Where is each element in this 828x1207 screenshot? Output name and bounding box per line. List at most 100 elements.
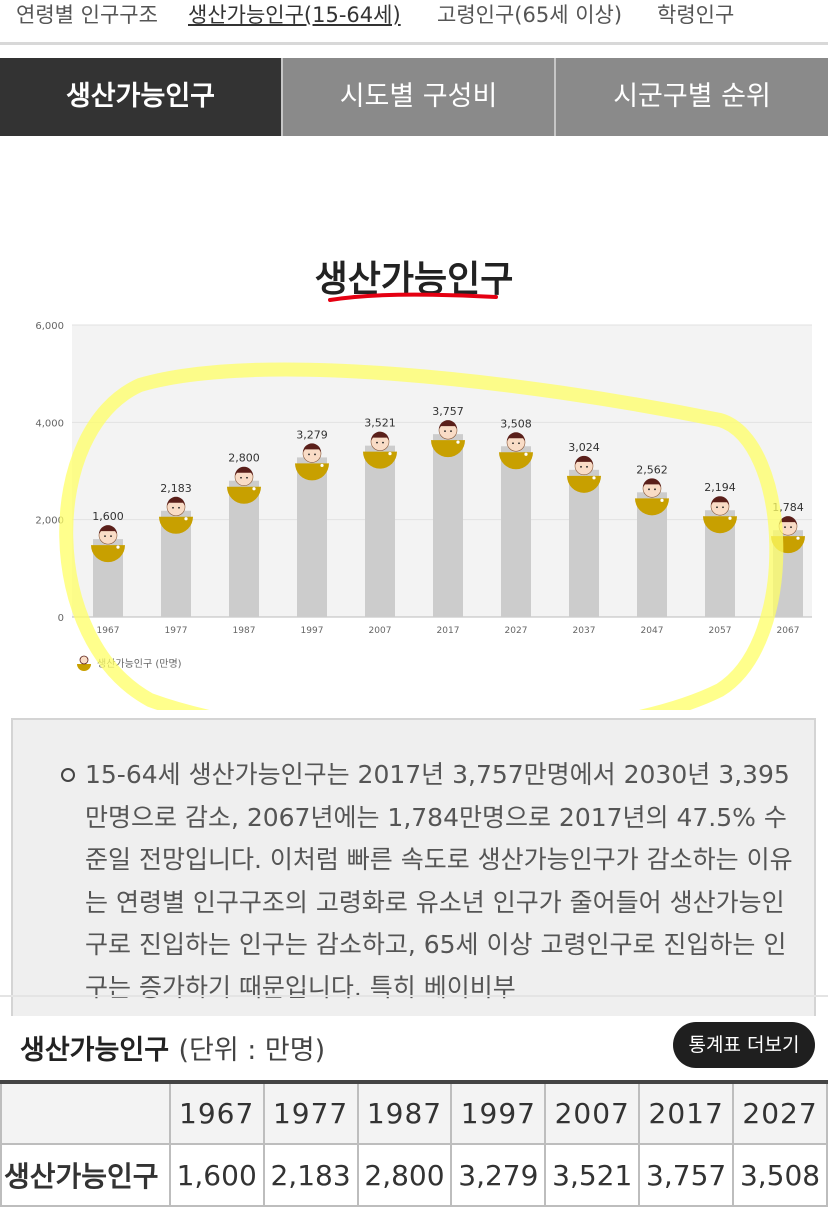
bar [365, 445, 395, 617]
person-eye [654, 488, 656, 491]
table-cell: 3,508 [732, 1143, 828, 1207]
person-eye [716, 506, 718, 509]
x-tick-label: 1967 [97, 626, 120, 636]
table-corner [0, 1081, 171, 1145]
x-tick-label: 2007 [369, 626, 392, 636]
person-eye [450, 430, 452, 433]
table-year: 2017 [638, 1081, 735, 1145]
x-tick-label: 1987 [233, 626, 256, 636]
title-underline [328, 292, 498, 302]
data-label: 3,521 [364, 417, 396, 430]
divider [0, 995, 828, 997]
bar [433, 434, 463, 617]
legend-icon [77, 664, 91, 671]
bar [501, 446, 531, 617]
stats-table: 1967 1977 1987 1997 2007 2017 2027 생산가능인… [0, 1080, 828, 1207]
table-year: 1967 [168, 1081, 265, 1145]
person-button [592, 476, 596, 480]
bar [297, 457, 327, 617]
tab-region-ratio[interactable]: 시도별 구성비 [281, 58, 554, 136]
x-tick-label: 2057 [709, 626, 732, 636]
person-button [524, 452, 528, 456]
person-button [320, 463, 324, 468]
data-label: 3,757 [432, 405, 464, 418]
x-tick-label: 1977 [165, 626, 188, 636]
tab-working-age[interactable]: 생산가능인구 [0, 58, 281, 136]
y-tick-label: 6,000 [35, 321, 64, 332]
table-cell: 3,757 [638, 1143, 735, 1207]
person-eye [444, 430, 446, 433]
table-unit: (단위 : 만명) [178, 1035, 326, 1066]
person-eye [240, 476, 242, 479]
person-eye [586, 465, 588, 468]
x-tick-label: 2037 [573, 626, 596, 636]
table-cell: 3,279 [450, 1143, 547, 1207]
more-stats-button[interactable]: 통계표 더보기 [673, 1022, 815, 1068]
table-year: 1997 [450, 1081, 547, 1145]
person-button [728, 516, 732, 520]
data-label: 2,194 [704, 481, 736, 494]
person-eye [314, 453, 316, 456]
person-eye [722, 506, 724, 509]
data-label: 3,024 [568, 441, 600, 454]
x-tick-label: 1997 [301, 626, 324, 636]
person-button [456, 440, 460, 444]
x-tick-label: 2017 [437, 626, 460, 636]
person-eye [784, 526, 786, 529]
data-label: 3,279 [296, 428, 328, 441]
nav-item-age-structure[interactable]: 연령별 인구구조 [16, 0, 158, 30]
person-eye [308, 453, 310, 456]
tab-bar: 생산가능인구 시도별 구성비 시군구별 순위 [0, 58, 828, 136]
table-year: 2027 [732, 1081, 828, 1145]
person-button [116, 545, 120, 549]
person-button [796, 536, 800, 540]
person-eye [104, 535, 106, 538]
person-button [252, 487, 256, 491]
data-label: 2,800 [228, 452, 260, 465]
data-label: 3,508 [500, 417, 532, 430]
x-tick-label: 2027 [505, 626, 528, 636]
y-tick-label: 4,000 [35, 418, 64, 429]
table-title-text: 생산가능인구 [20, 1035, 170, 1066]
table-cell: 3,521 [544, 1143, 641, 1207]
person-eye [580, 465, 582, 468]
top-nav: 연령별 인구구조 생산가능인구(15-64세) 고령인구(65세 이상) 학령인… [0, 0, 828, 45]
nav-item-school-age[interactable]: 학령인구 [657, 0, 734, 30]
table-row: 생산가능인구 1,600 2,183 2,800 3,279 3,521 3,7… [0, 1143, 828, 1207]
person-eye [376, 441, 378, 444]
person-eye [246, 476, 248, 479]
data-label: 2,562 [636, 463, 668, 476]
table-row-label: 생산가능인구 [0, 1143, 171, 1207]
person-eye [518, 442, 520, 445]
population-bar-chart: 02,0004,0006,0001,60019672,18319772,8001… [35, 321, 812, 710]
table-cell: 2,800 [356, 1143, 453, 1207]
person-eye [110, 535, 112, 538]
table-title: 생산가능인구 (단위 : 만명) [20, 1028, 325, 1067]
person-eye [172, 506, 174, 509]
person-eye [512, 442, 514, 445]
data-label: 2,183 [160, 482, 192, 495]
x-tick-label: 2047 [641, 626, 664, 636]
person-eye [178, 506, 180, 509]
tab-district-rank[interactable]: 시군구별 순위 [554, 58, 828, 136]
table-year: 2007 [544, 1081, 641, 1145]
data-label: 1,600 [92, 510, 124, 523]
nav-item-elderly[interactable]: 고령인구(65세 이상) [437, 0, 622, 30]
bullet-icon [61, 768, 75, 782]
info-text: 15-64세 생산가능인구는 2017년 3,757만명에서 2030년 3,3… [85, 760, 793, 1002]
person-button [660, 498, 664, 502]
person-button [388, 452, 392, 456]
nav-item-working-age[interactable]: 생산가능인구(15-64세) [188, 0, 401, 30]
table-year: 1977 [262, 1081, 359, 1145]
x-tick-label: 2067 [777, 626, 800, 636]
y-tick-label: 0 [58, 613, 64, 624]
table-cell: 1,600 [168, 1143, 265, 1207]
table-year: 1987 [356, 1081, 453, 1145]
table-cell: 2,183 [262, 1143, 359, 1207]
person-eye [382, 441, 384, 444]
person-eye [790, 526, 792, 529]
person-eye [648, 488, 650, 491]
table-row: 1967 1977 1987 1997 2007 2017 2027 [0, 1081, 828, 1145]
info-box: 15-64세 생산가능인구는 2017년 3,757만명에서 2030년 3,3… [11, 718, 816, 1018]
person-button [184, 517, 188, 521]
